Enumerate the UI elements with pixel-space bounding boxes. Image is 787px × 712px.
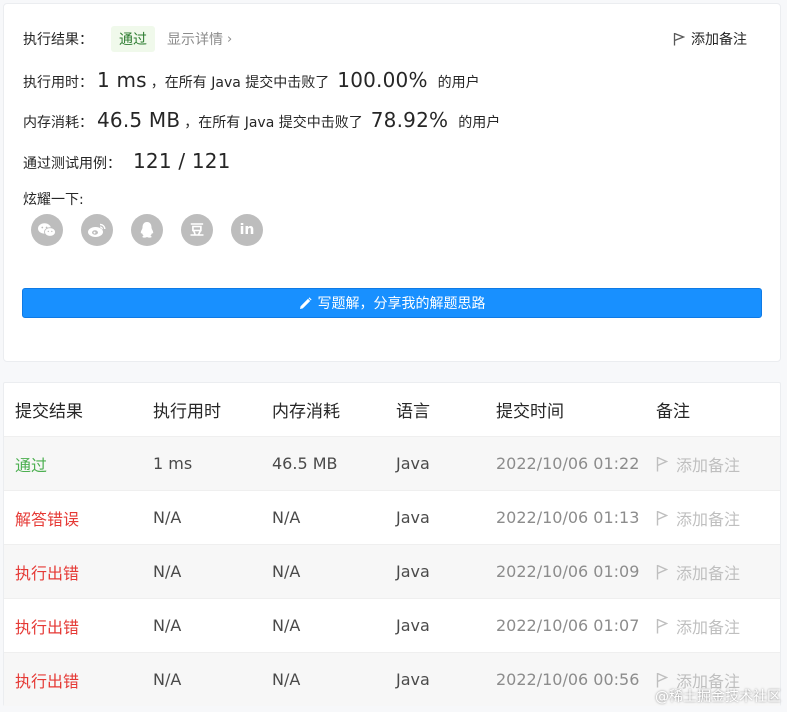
row-submitted: 2022/10/06 01:07 bbox=[496, 616, 640, 635]
row-note-label: 添加备注 bbox=[676, 563, 741, 583]
qq-icon[interactable] bbox=[131, 214, 163, 246]
add-note-label: 添加备注 bbox=[691, 32, 747, 48]
chevron-right-icon: › bbox=[227, 31, 233, 47]
row-runtime: 1 ms bbox=[153, 454, 193, 473]
row-runtime: N/A bbox=[153, 562, 182, 581]
memory-label: 内存消耗： bbox=[23, 115, 93, 131]
linkedin-icon[interactable]: in bbox=[231, 214, 263, 246]
flag-icon bbox=[656, 564, 668, 579]
tests-value: 121 / 121 bbox=[133, 149, 231, 173]
douban-glyph: 豆 bbox=[190, 223, 204, 239]
write-solution-button[interactable]: 写题解，分享我的解题思路 bbox=[22, 288, 762, 318]
memory-row: 内存消耗： 46.5 MB ，在所有 Java 提交中击败了 78.92% 的用… bbox=[23, 108, 500, 132]
header-note: 备注 bbox=[656, 402, 690, 422]
row-runtime: N/A bbox=[153, 670, 182, 689]
row-language: Java bbox=[396, 454, 430, 473]
row-memory: N/A bbox=[272, 616, 301, 635]
runtime-suffix: 的用户 bbox=[437, 75, 480, 91]
row-result[interactable]: 执行出错 bbox=[15, 668, 79, 692]
flag-icon bbox=[656, 456, 668, 471]
row-language: Java bbox=[396, 670, 430, 689]
row-submitted: 2022/10/06 01:13 bbox=[496, 508, 640, 527]
exec-result-label: 执行结果： bbox=[23, 32, 93, 48]
memory-mid: ，在所有 Java 提交中击败了 bbox=[184, 115, 363, 131]
runtime-label: 执行用时： bbox=[23, 75, 93, 91]
row-result[interactable]: 执行出错 bbox=[15, 560, 79, 584]
runtime-row: 执行用时： 1 ms ，在所有 Java 提交中击败了 100.00% 的用户 bbox=[23, 68, 480, 92]
memory-value: 46.5 MB bbox=[97, 108, 181, 132]
row-submitted: 2022/10/06 01:09 bbox=[496, 562, 640, 581]
row-add-note[interactable]: 添加备注 bbox=[656, 452, 740, 476]
row-memory: N/A bbox=[272, 508, 301, 527]
flag-icon bbox=[656, 510, 668, 525]
flag-icon bbox=[673, 32, 685, 46]
table-row[interactable]: 执行出错 N/A N/A Java 2022/10/06 01:09 添加备注 bbox=[4, 544, 780, 598]
row-result[interactable]: 解答错误 bbox=[15, 506, 79, 530]
header-runtime: 执行用时 bbox=[153, 402, 221, 422]
runtime-value: 1 ms bbox=[97, 68, 147, 92]
share-icons: 豆 in bbox=[31, 214, 281, 246]
table-header: 提交结果 执行用时 内存消耗 语言 提交时间 备注 bbox=[4, 383, 780, 436]
pencil-icon bbox=[299, 296, 312, 309]
memory-suffix: 的用户 bbox=[458, 115, 501, 131]
flag-icon bbox=[656, 618, 668, 633]
header-memory: 内存消耗 bbox=[272, 402, 340, 422]
row-memory: N/A bbox=[272, 670, 301, 689]
row-language: Java bbox=[396, 616, 430, 635]
row-memory: N/A bbox=[272, 562, 301, 581]
row-runtime: N/A bbox=[153, 616, 182, 635]
memory-percentile: 78.92% bbox=[370, 108, 449, 132]
header-language: 语言 bbox=[396, 402, 430, 422]
row-result[interactable]: 执行出错 bbox=[15, 614, 79, 638]
row-add-note[interactable]: 添加备注 bbox=[656, 614, 740, 638]
row-note-label: 添加备注 bbox=[676, 455, 741, 475]
row-submitted: 2022/10/06 01:22 bbox=[496, 454, 640, 473]
add-note-button[interactable]: 添加备注 bbox=[673, 29, 747, 49]
show-details-label: 显示详情 bbox=[167, 32, 223, 48]
weibo-icon[interactable] bbox=[81, 214, 113, 246]
header-submitted: 提交时间 bbox=[496, 402, 564, 422]
row-note-label: 添加备注 bbox=[676, 509, 741, 529]
row-result[interactable]: 通过 bbox=[15, 452, 47, 476]
row-language: Java bbox=[396, 562, 430, 581]
tests-row: 通过测试用例： 121 / 121 bbox=[23, 149, 235, 173]
linkedin-glyph: in bbox=[239, 222, 255, 238]
row-submitted: 2022/10/06 00:56 bbox=[496, 670, 640, 689]
table-row[interactable]: 通过 1 ms 46.5 MB Java 2022/10/06 01:22 添加… bbox=[4, 436, 780, 490]
douban-icon[interactable]: 豆 bbox=[181, 214, 213, 246]
write-solution-label: 写题解，分享我的解题思路 bbox=[317, 296, 486, 312]
row-add-note[interactable]: 添加备注 bbox=[656, 506, 740, 530]
table-row[interactable]: 执行出错 N/A N/A Java 2022/10/06 01:07 添加备注 bbox=[4, 598, 780, 652]
result-card: 执行结果： 通过 显示详情 › 添加备注 执行用时： 1 ms ，在所有 Jav… bbox=[3, 3, 781, 362]
tests-label: 通过测试用例： bbox=[23, 156, 121, 172]
table-row[interactable]: 解答错误 N/A N/A Java 2022/10/06 01:13 添加备注 bbox=[4, 490, 780, 544]
wechat-icon[interactable] bbox=[31, 214, 63, 246]
row-language: Java bbox=[396, 508, 430, 527]
watermark: @稀土掘金技术社区 bbox=[655, 689, 781, 705]
share-label: 炫耀一下: bbox=[23, 192, 84, 208]
submissions-table: 提交结果 执行用时 内存消耗 语言 提交时间 备注 通过 1 ms 46.5 M… bbox=[3, 382, 781, 706]
share-row: 炫耀一下: bbox=[23, 189, 84, 209]
status-badge: 通过 bbox=[111, 26, 155, 52]
exec-result-row: 执行结果： 通过 显示详情 › bbox=[23, 26, 232, 52]
show-details-link[interactable]: 显示详情 › bbox=[167, 29, 232, 49]
runtime-mid: ，在所有 Java 提交中击败了 bbox=[150, 75, 330, 91]
row-runtime: N/A bbox=[153, 508, 182, 527]
row-note-label: 添加备注 bbox=[676, 617, 741, 637]
header-result: 提交结果 bbox=[15, 402, 83, 422]
row-add-note[interactable]: 添加备注 bbox=[656, 560, 740, 584]
runtime-percentile: 100.00% bbox=[337, 68, 428, 92]
row-memory: 46.5 MB bbox=[272, 454, 338, 473]
